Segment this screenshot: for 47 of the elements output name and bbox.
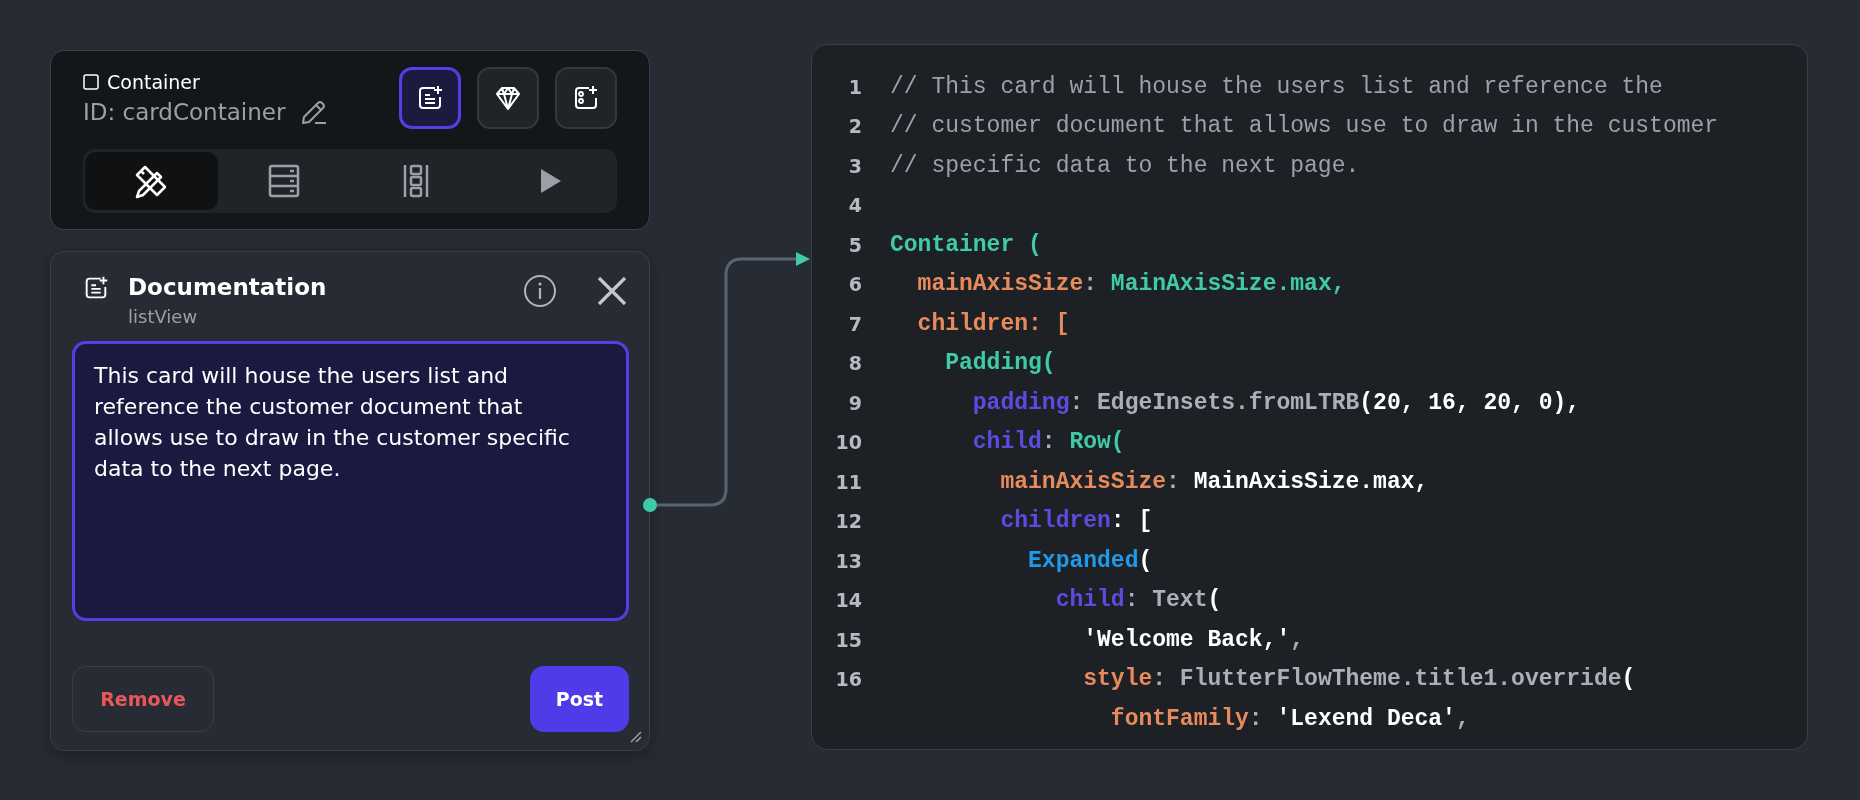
line-number: 11 <box>834 470 862 493</box>
line-number: 9 <box>847 391 862 414</box>
code-line: children: [ <box>916 310 1070 337</box>
code-line: child: Row( <box>971 429 1125 456</box>
code-line: style: FlutterFlowTheme.title1.override( <box>1082 666 1636 693</box>
post-button[interactable]: Post <box>530 666 629 732</box>
line-number: 13 <box>834 549 862 572</box>
design-tab[interactable] <box>85 152 218 210</box>
code-line: mainAxisSize: MainAxisSize.max, <box>916 271 1346 298</box>
code-line: Container ( <box>890 231 1042 258</box>
line-number: 7 <box>847 312 862 335</box>
line-number: 15 <box>834 628 862 651</box>
info-icon[interactable] <box>523 274 557 308</box>
line-number: 6 <box>847 273 862 296</box>
close-icon[interactable] <box>595 274 629 308</box>
line-number: 10 <box>834 431 862 454</box>
code-line: mainAxisSize: MainAxisSize.max, <box>999 468 1429 495</box>
resize-grip-icon[interactable] <box>629 730 643 744</box>
line-number: 5 <box>847 233 862 256</box>
code-line: child: Text( <box>1054 587 1222 614</box>
code-line: Padding( <box>944 350 1056 377</box>
code-line: fontFamily: 'Lexend Deca', <box>1109 705 1470 732</box>
diamond-button[interactable] <box>477 67 539 129</box>
panel-title: Documentation <box>128 274 328 300</box>
line-number: 3 <box>847 154 862 177</box>
remove-button[interactable]: Remove <box>72 666 214 732</box>
line-number: 1 <box>847 75 862 98</box>
line-number: 4 <box>847 194 862 217</box>
element-id: ID: cardContainer <box>83 99 286 125</box>
note-field[interactable]: This card will house the users list and reference the customer document that allows use to draw in the customer specific data to the next page. <box>72 341 629 621</box>
line-number: 2 <box>847 115 862 138</box>
code-line: children: [ <box>999 508 1153 535</box>
panel-subtitle: listView <box>128 306 199 327</box>
line-number: 16 <box>834 668 862 691</box>
line-number: 14 <box>834 589 862 612</box>
code-line: // specific data to the next page. <box>890 152 1360 179</box>
code-line: 'Welcome Back,', <box>1082 626 1305 653</box>
code-line: padding: EdgeInsets.fromLTRB(20, 16, 20, 0), <box>971 389 1581 416</box>
code-line: Expanded( <box>1027 547 1153 574</box>
code-line: // This card will house the users list and reference the <box>890 73 1663 100</box>
line-number: 12 <box>834 510 862 533</box>
code-line: // customer document that allows use to draw in the customer <box>890 113 1719 140</box>
add-widget-button[interactable] <box>555 67 617 129</box>
line-number: 8 <box>847 352 862 375</box>
square-icon <box>83 74 99 90</box>
element-type: Container <box>107 71 200 93</box>
add-note-button[interactable] <box>399 67 461 129</box>
